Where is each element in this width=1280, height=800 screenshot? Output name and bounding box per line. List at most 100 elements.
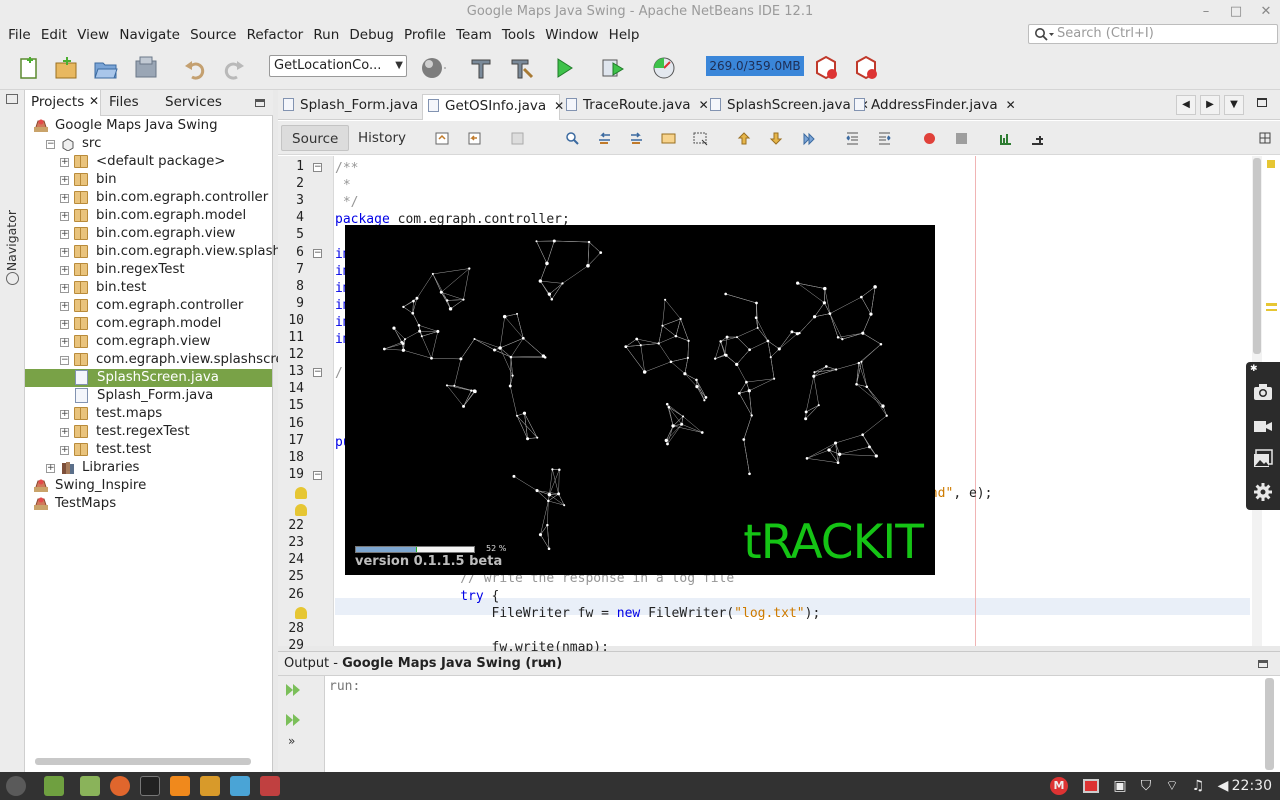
stop-macro-recording-icon[interactable] — [954, 131, 969, 146]
expand-icon[interactable]: + — [60, 176, 69, 185]
tree-item[interactable]: + <default package> — [25, 153, 272, 171]
media-player-app-icon[interactable] — [170, 776, 190, 796]
config-select[interactable]: GetLocationCo... ▼ — [269, 55, 407, 77]
rerun-icon[interactable] — [285, 682, 301, 698]
minimize-output-icon[interactable] — [1258, 660, 1268, 668]
tree-item[interactable]: + com.egraph.view — [25, 333, 272, 351]
tree-item[interactable]: + com.egraph.controller — [25, 297, 272, 315]
files-app-icon[interactable] — [80, 776, 100, 796]
tree-item[interactable]: + bin.regexTest — [25, 261, 272, 279]
warning-stripe-mark[interactable] — [1266, 309, 1277, 311]
sublime-app-icon[interactable] — [200, 776, 220, 796]
hint-bulb-icon[interactable] — [295, 606, 307, 619]
start-test-icon[interactable] — [998, 131, 1013, 146]
tree-item[interactable]: + Libraries — [25, 459, 272, 477]
wifi-tray-icon[interactable]: ⌔ — [1163, 777, 1181, 795]
back-icon[interactable] — [468, 131, 483, 146]
output-scrollbar[interactable] — [1265, 678, 1274, 770]
close-project-icon[interactable] — [133, 55, 159, 81]
tree-item[interactable]: SplashScreen.java — [25, 369, 272, 387]
menu-navigate[interactable]: Navigate — [116, 25, 183, 45]
source-view-button[interactable]: Source — [281, 125, 350, 151]
menu-help[interactable]: Help — [606, 25, 643, 45]
netbeans-app-icon[interactable] — [230, 776, 250, 796]
expand-icon[interactable]: + — [60, 446, 69, 455]
firefox-app-icon[interactable] — [110, 776, 130, 796]
last-edit-icon[interactable] — [435, 131, 450, 146]
volume-tray-icon[interactable]: ◀ — [1214, 777, 1232, 795]
scrollbar-thumb[interactable] — [1253, 158, 1261, 354]
memory-usage-bar[interactable]: 269.0/359.0MB — [706, 56, 804, 76]
settings-gear-icon[interactable] — [1253, 482, 1273, 502]
restore-window-icon[interactable] — [6, 94, 18, 104]
desktop-app-icon[interactable] — [44, 776, 64, 796]
menu-window[interactable]: Window — [542, 25, 601, 45]
new-file-icon[interactable] — [16, 55, 42, 81]
toggle-highlight-icon[interactable] — [661, 131, 676, 146]
java-app-icon[interactable] — [260, 776, 280, 796]
toggle-bookmark-icon[interactable] — [801, 131, 816, 146]
menu-source[interactable]: Source — [187, 25, 239, 45]
next-bookmark-icon[interactable] — [769, 131, 784, 146]
camera-icon[interactable] — [1253, 382, 1273, 402]
clipboard-tray-icon[interactable]: ▣ — [1111, 777, 1129, 795]
profiler-snapshot-icon[interactable] — [853, 55, 879, 81]
tree-item[interactable]: + com.egraph.model — [25, 315, 272, 333]
split-editor-icon[interactable] — [1258, 131, 1273, 146]
tab-files[interactable]: Files — [109, 94, 139, 110]
editor-tab[interactable]: Splash_Form.java✕ — [278, 94, 436, 120]
scroll-tabs-right-button[interactable]: ▶ — [1200, 95, 1220, 115]
editor-tab[interactable]: SplashScreen.java✕ — [705, 94, 869, 120]
maximize-button[interactable]: □ — [1226, 2, 1246, 22]
undo-icon[interactable] — [182, 55, 208, 81]
minimize-panel-icon[interactable] — [255, 99, 265, 107]
tab-projects[interactable]: Projects — [31, 94, 84, 110]
clock[interactable]: 22:30 — [1232, 772, 1272, 800]
toggle-rect-selection-icon[interactable] — [693, 131, 708, 146]
start-macro-recording-icon[interactable] — [922, 131, 937, 146]
output-title[interactable]: Google Maps Java Swing (run) — [342, 656, 562, 671]
expand-icon[interactable]: + — [60, 410, 69, 419]
tree-item[interactable]: Swing_Inspire — [25, 477, 272, 495]
navigator-tab[interactable]: Navigator — [4, 210, 19, 271]
tree-item[interactable]: + bin.com.egraph.model — [25, 207, 272, 225]
shift-right-icon[interactable] — [877, 131, 892, 146]
menu-tools[interactable]: Tools — [499, 25, 538, 45]
redo-icon[interactable] — [221, 55, 247, 81]
close-output-tab-icon[interactable]: ✕ — [542, 652, 552, 676]
code-line[interactable]: */ — [335, 195, 359, 210]
expand-icon[interactable]: + — [60, 428, 69, 437]
gallery-icon[interactable] — [1253, 449, 1273, 469]
more-actions-icon[interactable]: » — [288, 734, 295, 748]
menu-team[interactable]: Team — [453, 25, 495, 45]
find-next-icon[interactable] — [629, 131, 644, 146]
editor-tab[interactable]: TraceRoute.java ✕ — [561, 94, 709, 120]
gc-icon[interactable] — [813, 55, 839, 81]
menu-refactor[interactable]: Refactor — [244, 25, 307, 45]
new-project-icon[interactable] — [53, 55, 79, 81]
find-previous-icon[interactable] — [597, 131, 612, 146]
tree-item[interactable]: + bin — [25, 171, 272, 189]
expand-icon[interactable]: + — [60, 194, 69, 203]
tree-item[interactable]: + test.maps — [25, 405, 272, 423]
tree-item[interactable]: + bin.com.egraph.view.splashscre — [25, 243, 309, 261]
clean-build-icon[interactable] — [508, 55, 534, 81]
expand-icon[interactable]: + — [60, 158, 69, 167]
pin-icon[interactable]: ✱ — [1250, 364, 1260, 374]
warning-marker-icon[interactable] — [1267, 160, 1275, 168]
show-opened-documents-button[interactable]: ▼ — [1224, 95, 1244, 115]
tree-item[interactable]: Splash_Form.java — [25, 387, 272, 405]
profile-icon[interactable] — [651, 55, 677, 81]
code-line[interactable]: * — [335, 178, 351, 193]
tree-item[interactable]: + bin.com.egraph.view — [25, 225, 272, 243]
output-title-prefix[interactable]: Output - — [284, 656, 342, 671]
run-tests-icon[interactable] — [1030, 131, 1045, 146]
horizontal-scrollbar[interactable] — [35, 758, 251, 765]
code-line[interactable]: / — [335, 366, 343, 381]
menu-run[interactable]: Run — [310, 25, 342, 45]
tree-item[interactable]: − src — [25, 135, 272, 153]
tree-item[interactable]: + test.test — [25, 441, 272, 459]
hint-bulb-icon[interactable] — [295, 486, 307, 499]
build-icon[interactable] — [468, 55, 494, 81]
run-icon[interactable] — [551, 55, 577, 81]
